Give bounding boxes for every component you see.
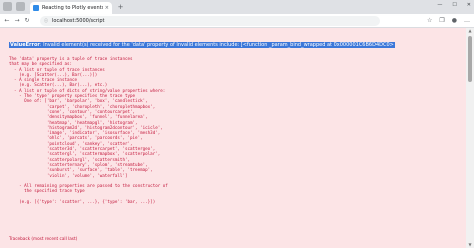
favorite-star-icon[interactable]: ☆ <box>427 17 432 25</box>
tab-close-icon[interactable]: × <box>105 5 109 11</box>
traceback-text: The 'data' property is a tuple of trace … <box>9 56 462 204</box>
minimize-icon[interactable]: — <box>437 2 442 8</box>
reload-icon[interactable]: ↻ <box>23 17 31 25</box>
back-icon[interactable]: ← <box>3 17 11 25</box>
browser-toolbar: ← → ↻ ⓘ localhost:5000/script ☆ ❐ ● … <box>0 14 474 28</box>
error-type: ValueError <box>10 42 40 48</box>
address-bar[interactable]: ⓘ localhost:5000/script <box>40 16 380 26</box>
maximize-icon[interactable]: ☐ <box>452 2 456 8</box>
error-page: ValueError: Invalid element(s) received … <box>0 28 466 248</box>
window-controls: — ☐ ✕ <box>437 2 471 8</box>
scroll-down-icon[interactable]: ▼ <box>466 242 474 248</box>
page-scrollbar[interactable]: ▲ ▼ <box>466 28 474 248</box>
tab-strip: Reacting to Plotly events × + — ☐ ✕ <box>0 0 474 14</box>
traceback-footer: Traceback (most recent call last) <box>9 236 78 241</box>
error-headline: ValueError: Invalid element(s) received … <box>9 42 395 49</box>
browser-tab[interactable]: Reacting to Plotly events × <box>30 2 112 14</box>
tab-title: Reacting to Plotly events <box>42 5 103 11</box>
new-tab-button[interactable]: + <box>116 3 125 12</box>
error-selection: ValueError: Invalid element(s) received … <box>9 42 395 48</box>
toolbar-actions: ☆ ❐ ● … <box>427 17 470 25</box>
workspaces-icon[interactable] <box>3 2 12 11</box>
forward-icon[interactable]: → <box>13 17 21 25</box>
scrollbar-thumb[interactable] <box>468 36 472 82</box>
favicon-icon <box>33 5 39 11</box>
scroll-up-icon[interactable]: ▲ <box>466 28 474 34</box>
error-message: : Invalid element(s) received for the 'd… <box>39 42 394 48</box>
collections-icon[interactable]: ❐ <box>439 17 444 25</box>
menu-icon[interactable]: … <box>464 17 470 25</box>
traceback-line: (e.g. [{'type': 'scatter', ...}, {'type'… <box>9 199 156 205</box>
url-text: localhost:5000/script <box>52 18 105 24</box>
close-window-icon[interactable]: ✕ <box>467 2 471 8</box>
site-info-icon[interactable]: ⓘ <box>44 18 48 24</box>
tab-actions-icon[interactable] <box>16 2 25 11</box>
profile-icon[interactable]: ● <box>452 17 457 25</box>
